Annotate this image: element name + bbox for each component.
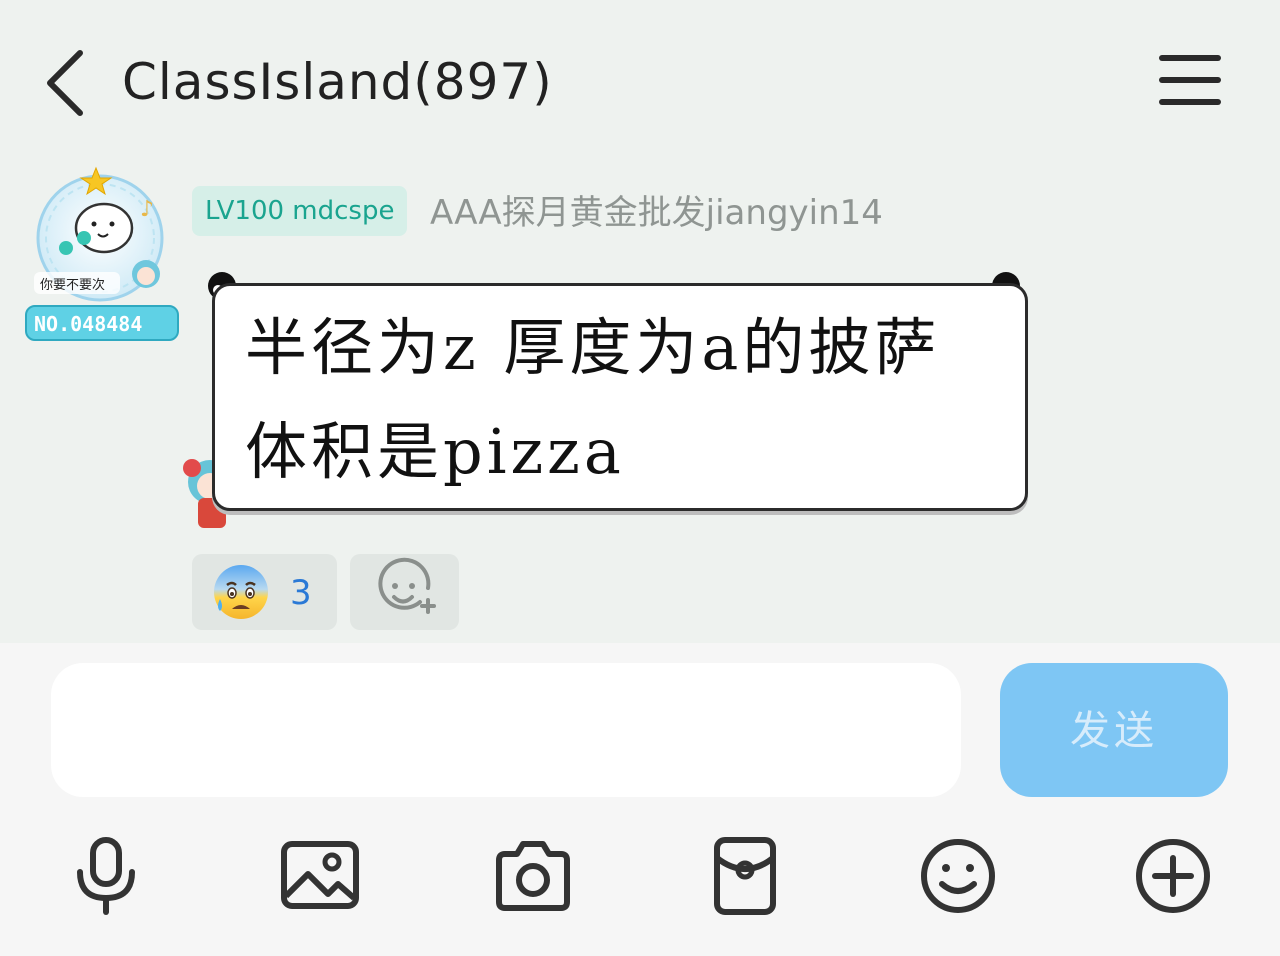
voice-button[interactable] <box>66 836 146 916</box>
plus-icon <box>1136 839 1210 913</box>
level-badge: LV100 mdcspe <box>192 186 408 236</box>
emoji-button[interactable] <box>918 836 998 916</box>
message-input[interactable] <box>51 663 961 797</box>
camera-button[interactable] <box>493 836 573 916</box>
microphone-icon <box>77 837 135 915</box>
red-packet-icon <box>714 837 776 915</box>
emoji-icon <box>921 839 995 913</box>
avatar[interactable]: ♪ 你要不要次 NO.048484 <box>24 164 182 344</box>
add-reaction-button[interactable] <box>350 554 459 630</box>
chevron-left-icon <box>47 50 83 116</box>
avatar-caption: 你要不要次 <box>40 277 105 293</box>
menu-button[interactable] <box>1158 52 1222 108</box>
svg-text:♪: ♪ <box>140 197 154 222</box>
reaction-chip[interactable] <box>192 554 337 630</box>
anxious-face-with-sweat-emoji <box>214 565 268 619</box>
message-text: 半径为z 厚度为a的披萨 体积是pizza <box>245 311 965 488</box>
send-button[interactable]: 发送 <box>1000 663 1228 797</box>
hamburger-menu-icon <box>1159 55 1221 105</box>
avatar-number: NO.048484 <box>34 312 142 336</box>
reaction-count: 3 <box>290 573 312 613</box>
red-packet-button[interactable] <box>705 836 785 916</box>
image-icon <box>281 841 359 909</box>
back-button[interactable] <box>40 45 100 121</box>
add-reaction-icon <box>378 557 436 614</box>
chat-title[interactable]: ClassIsland(897) <box>122 50 553 114</box>
camera-icon <box>496 841 570 911</box>
chat-header: ClassIsland(897) <box>0 0 1280 160</box>
sender-name[interactable]: AAA探月黄金批发jiangyin14 <box>430 188 883 238</box>
image-button[interactable] <box>280 836 360 916</box>
more-button[interactable] <box>1133 836 1213 916</box>
